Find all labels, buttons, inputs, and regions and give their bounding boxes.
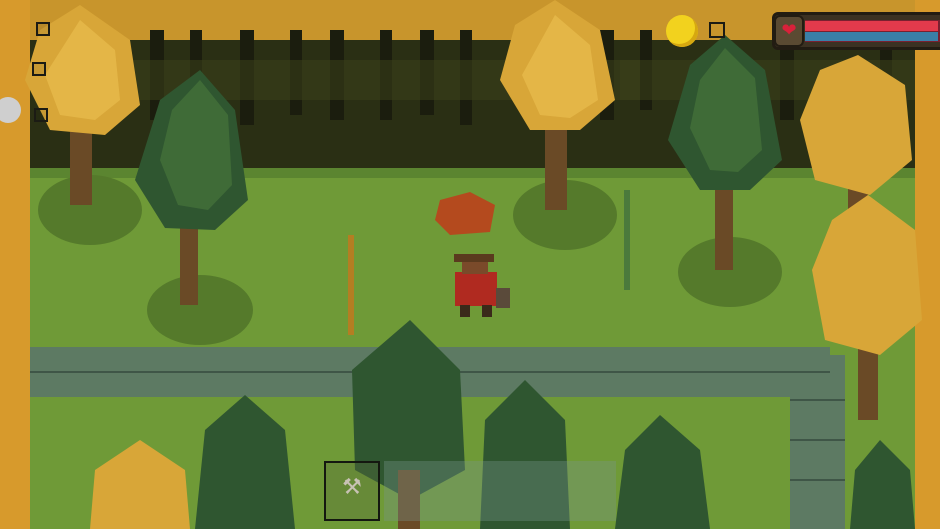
hotbar-slot-2[interactable] (384, 461, 442, 521)
stamina-fill (805, 32, 938, 41)
health-fill (805, 21, 938, 31)
hud-slot-3[interactable] (34, 108, 48, 122)
hotbar-slot-1[interactable]: ⚒ (324, 461, 380, 521)
hotbar-slot-4[interactable] (500, 461, 558, 521)
heart-icon: ❤ (774, 15, 804, 47)
health-bar: ❤ (772, 12, 940, 52)
axe-icon: ⚒ (342, 475, 362, 500)
right-autumn-border (915, 0, 940, 529)
hud-slot-1[interactable] (36, 22, 50, 36)
gold-coin-icon (666, 15, 698, 47)
game-scene: ❤ ⚒ (0, 0, 940, 529)
hotbar-slot-3[interactable] (442, 461, 500, 521)
hotbar: ⚒ (324, 461, 616, 521)
forest-clearing-map (0, 0, 940, 529)
coin-counter-slot (709, 22, 725, 38)
hotbar-slot-5[interactable] (558, 461, 616, 521)
heart-glyph: ❤ (781, 20, 797, 41)
hud-slot-2[interactable] (32, 62, 46, 76)
